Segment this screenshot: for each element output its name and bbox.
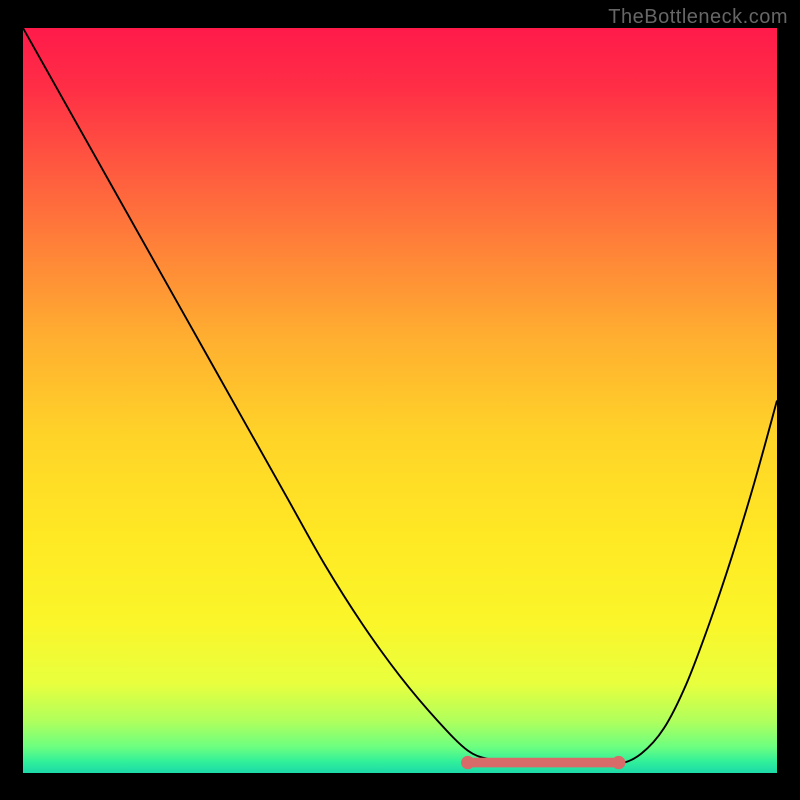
optimal-range-marker — [461, 756, 625, 769]
gradient-background — [23, 28, 777, 773]
chart-svg — [23, 28, 777, 773]
chart-plot-area — [23, 28, 777, 773]
watermark-text: TheBottleneck.com — [608, 6, 788, 29]
chart-container: TheBottleneck.com — [0, 0, 800, 800]
